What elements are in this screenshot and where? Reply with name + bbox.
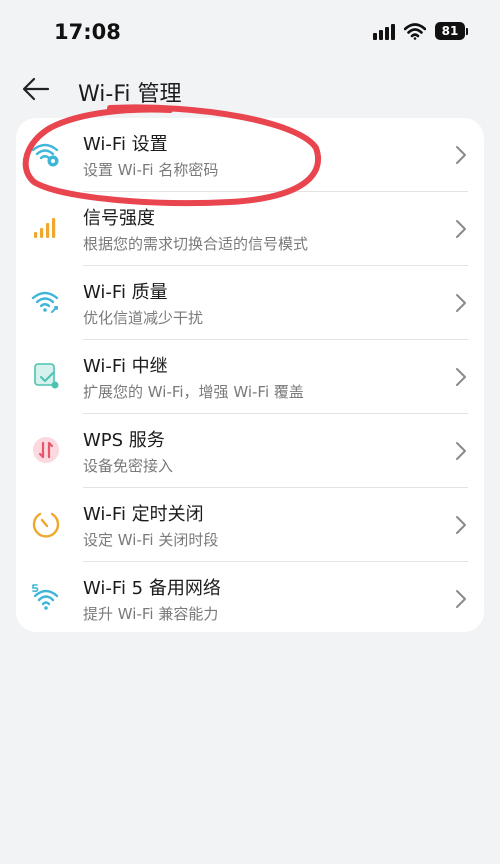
signal-bars-icon [34,218,56,238]
status-icons: 81 [373,22,468,40]
status-bar: 17:08 81 [0,0,500,66]
chevron-right-icon [456,146,466,164]
menu-item-title: Wi-Fi 质量 [83,282,168,303]
menu-item-subtitle: 提升 Wi-Fi 兼容能力 [83,605,219,623]
wifi5-icon [32,584,59,610]
chevron-right-icon [456,294,466,312]
menu-item-subtitle: 设定 Wi-Fi 关闭时段 [83,531,219,549]
timer-icon [32,512,60,538]
menu-item-title: 信号强度 [83,208,155,229]
relay-icon [34,363,59,389]
chevron-right-icon [456,442,466,460]
menu-item-subtitle: 设置 Wi-Fi 名称密码 [83,161,219,179]
menu-item-title: Wi-Fi 定时关闭 [83,504,204,525]
menu-item-subtitle: 设备免密接入 [83,457,174,475]
menu-item-wifi-settings[interactable]: Wi-Fi 设置 设置 Wi-Fi 名称密码 [16,118,484,192]
menu-item-subtitle: 优化信道减少干扰 [83,309,204,327]
signal-icon [373,22,395,40]
chevron-right-icon [456,220,466,238]
wifi-gear-icon [31,143,59,167]
arrow-left-icon [22,77,50,101]
menu-item-signal-strength[interactable]: 信号强度 根据您的需求切换合适的信号模式 [16,192,484,266]
header: Wi-Fi 管理 [0,66,500,112]
menu-item-title: Wi-Fi 中继 [83,356,168,377]
menu-item-wifi-relay[interactable]: Wi-Fi 中继 扩展您的 Wi-Fi，增强 Wi-Fi 覆盖 [16,340,484,414]
menu-item-subtitle: 扩展您的 Wi-Fi，增强 Wi-Fi 覆盖 [83,383,304,401]
chevron-right-icon [456,368,466,386]
wps-icon [33,437,59,463]
menu-item-title: WPS 服务 [83,430,165,451]
battery-level: 81 [435,22,465,40]
page-title: Wi-Fi 管理 [78,82,182,107]
menu-item-wps-service[interactable]: WPS 服务 设备免密接入 [16,414,484,488]
menu-item-title: Wi-Fi 5 备用网络 [83,578,221,599]
menu-item-wifi-timer-off[interactable]: Wi-Fi 定时关闭 设定 Wi-Fi 关闭时段 [16,488,484,562]
menu-item-wifi-quality[interactable]: Wi-Fi 质量 优化信道减少干扰 [16,266,484,340]
chevron-right-icon [456,516,466,534]
menu-item-title: Wi-Fi 设置 [83,134,168,155]
menu-item-wifi5-backup[interactable]: Wi-Fi 5 备用网络 提升 Wi-Fi 兼容能力 [16,562,484,636]
status-time: 17:08 [54,20,121,44]
menu-item-subtitle: 根据您的需求切换合适的信号模式 [83,235,309,253]
wifi-icon [404,22,426,40]
wifi-quality-icon [31,291,59,313]
wifi-menu-card: Wi-Fi 设置 设置 Wi-Fi 名称密码 信号强度 根据您的需求切换合适的信… [16,118,484,632]
chevron-right-icon [456,590,466,608]
back-button[interactable] [18,74,54,104]
battery-icon: 81 [435,22,468,40]
